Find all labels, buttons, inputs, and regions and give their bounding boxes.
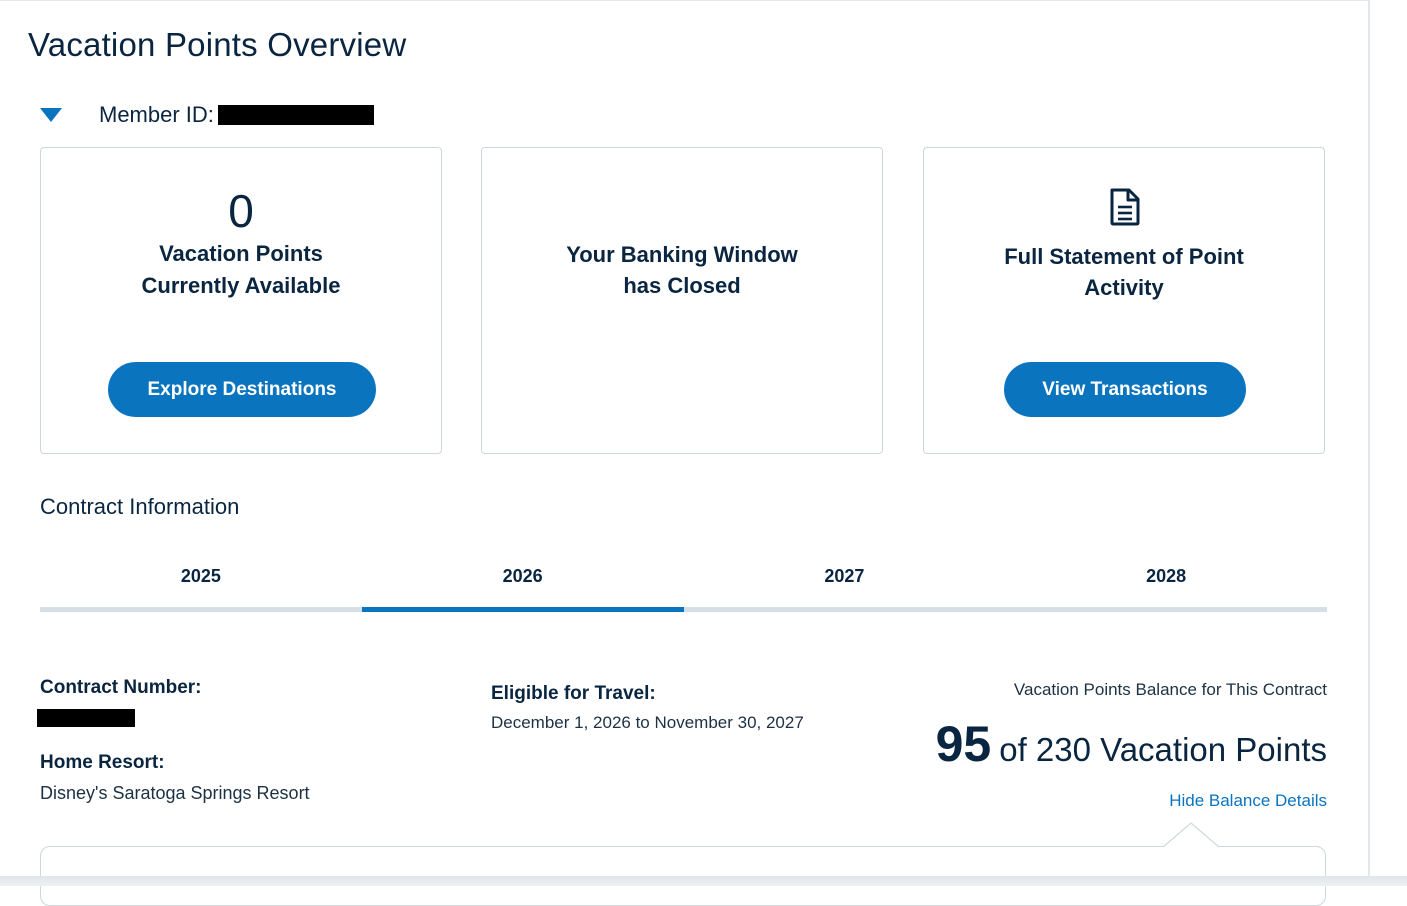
hide-balance-details-link[interactable]: Hide Balance Details xyxy=(1169,791,1327,811)
document-icon xyxy=(1110,188,1140,226)
contract-number-label: Contract Number: xyxy=(40,677,202,698)
outer-right-border xyxy=(1368,0,1370,886)
view-transactions-button[interactable]: View Transactions xyxy=(1004,362,1246,417)
contract-year-tabs: 2025 2026 2027 2028 xyxy=(40,560,1327,612)
bottom-edge xyxy=(0,876,1407,886)
contract-info-title: Contract Information xyxy=(40,494,240,519)
banking-window-line2: has Closed xyxy=(623,273,741,298)
member-id-redacted xyxy=(217,105,374,125)
explore-destinations-button[interactable]: Explore Destinations xyxy=(108,362,376,417)
tab-2025[interactable]: 2025 xyxy=(40,560,362,612)
statement-line2: Activity xyxy=(1084,275,1164,300)
eligible-travel-range: December 1, 2026 to November 30, 2027 xyxy=(491,713,804,732)
panel-notch xyxy=(1163,822,1219,848)
home-resort-value: Disney's Saratoga Springs Resort xyxy=(40,783,310,803)
banking-window-card: Your Banking Window has Closed xyxy=(481,147,883,454)
points-available-label-line2: Currently Available xyxy=(141,273,341,298)
points-available-card: 0 Vacation Points Currently Available Ex… xyxy=(40,147,442,454)
points-available-value: 0 xyxy=(228,185,254,237)
tab-2028[interactable]: 2028 xyxy=(1005,560,1327,612)
member-id-row[interactable]: Member ID: xyxy=(40,100,374,130)
eligible-travel-label: Eligible for Travel: xyxy=(491,683,656,704)
balance-total-text: of 230 Vacation Points xyxy=(999,731,1327,768)
page-title: Vacation Points Overview xyxy=(28,26,407,63)
home-resort-label: Home Resort: xyxy=(40,752,165,773)
banking-window-line1: Your Banking Window xyxy=(566,242,798,267)
expand-caret-icon[interactable] xyxy=(40,108,62,122)
tab-2027[interactable]: 2027 xyxy=(683,560,1006,612)
balance-caption: Vacation Points Balance for This Contrac… xyxy=(1013,680,1327,699)
member-id-label: Member ID: xyxy=(99,102,214,127)
contract-number-redacted xyxy=(37,709,135,727)
statement-card: Full Statement of Point Activity View Tr… xyxy=(923,147,1325,454)
tab-2026[interactable]: 2026 xyxy=(361,560,684,612)
outer-top-border xyxy=(0,0,1370,1)
balance-value: 95 xyxy=(935,716,992,772)
points-available-label-line1: Vacation Points xyxy=(159,241,323,266)
statement-line1: Full Statement of Point xyxy=(1004,244,1244,269)
balance-summary: 95 of 230 Vacation Points xyxy=(936,715,1327,773)
